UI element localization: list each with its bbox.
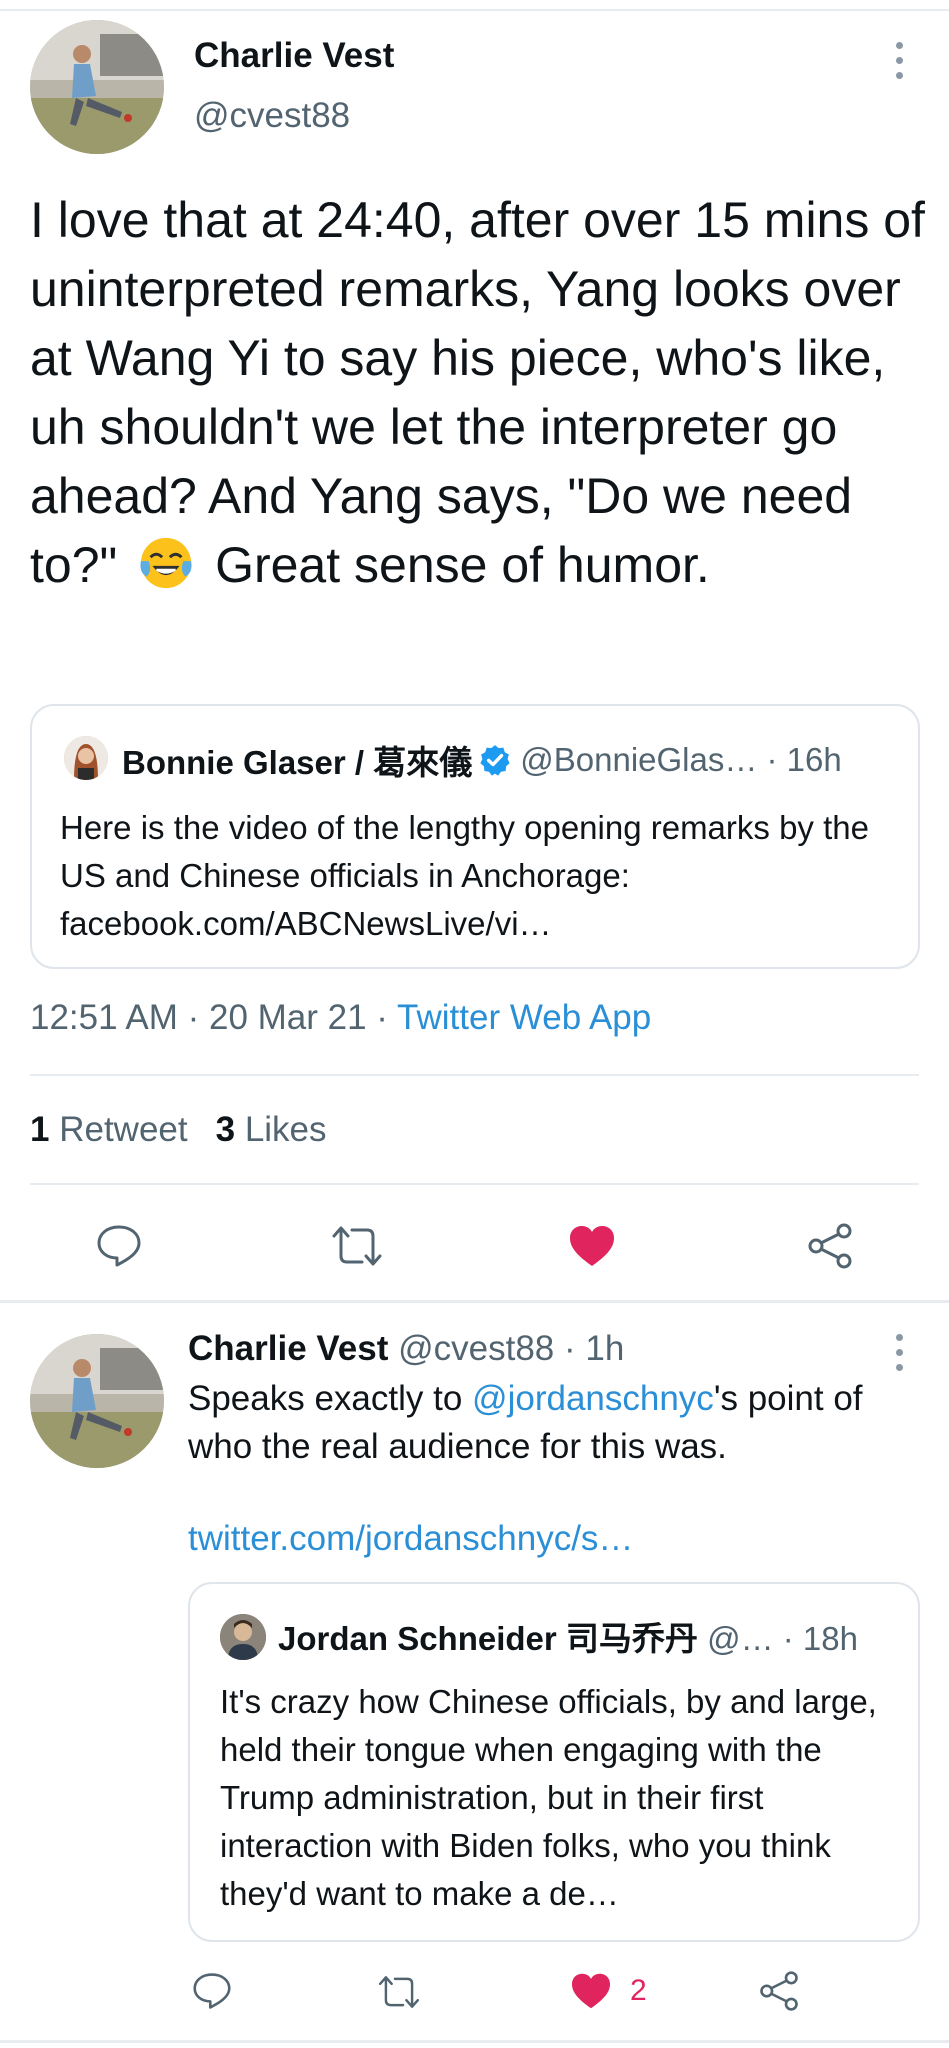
retweet-count: 1 [30, 1110, 50, 1149]
reply-handle-time: @cvest88 · 1h [398, 1329, 625, 1368]
reply-text: Speaks exactly to @jordanschnyc's point … [188, 1375, 908, 1471]
author-name[interactable]: Charlie Vest [194, 36, 394, 76]
quoted-tweet-link[interactable]: twitter.com/jordanschnyc/s… [188, 1519, 633, 1559]
top-divider [0, 9, 949, 11]
reply-text-part1: Speaks exactly to [188, 1379, 473, 1418]
reply-quoted-header: Jordan Schneider 司马乔丹 @… · 18h [278, 1612, 858, 1660]
like-label: Likes [244, 1110, 327, 1149]
reply-like-count: 2 [630, 1974, 647, 2007]
reply-author-avatar[interactable] [30, 1334, 164, 1468]
reply-header: Charlie Vest @cvest88 · 1h [188, 1329, 624, 1369]
tweet-text: I love that at 24:40, after over 15 mins… [30, 186, 930, 600]
reply-quoted-tweet[interactable]: Jordan Schneider 司马乔丹 @… · 18h It's craz… [188, 1582, 920, 1942]
source-app-link[interactable]: Twitter Web App [397, 998, 651, 1037]
quoted-header: Bonnie Glaser / 葛來儀 @BonnieGlas… · 16h [122, 736, 842, 784]
like-button[interactable] [568, 1224, 616, 1268]
reply-retweet-button[interactable] [376, 1974, 422, 2010]
tweet-timestamp: 12:51 AM · 20 Mar 21 · Twitter Web App [30, 998, 651, 1038]
quoted-author-avatar [64, 736, 108, 780]
retweet-label: Retweet [59, 1110, 188, 1149]
like-count: 3 [215, 1110, 236, 1149]
quoted-tweet[interactable]: Bonnie Glaser / 葛來儀 @BonnieGlas… · 16h H… [30, 704, 920, 969]
tears-of-joy-emoji-icon [140, 537, 192, 589]
share-button[interactable] [806, 1222, 854, 1270]
retweet-button[interactable] [330, 1224, 384, 1268]
reply-button[interactable] [96, 1224, 142, 1268]
quoted-author-name: Bonnie Glaser / 葛來儀 [122, 744, 473, 781]
reply-reply-button[interactable] [192, 1972, 232, 2010]
reply-more-options-icon[interactable] [894, 1334, 904, 1371]
reply-quoted-author-avatar [220, 1614, 266, 1660]
likes-stat[interactable]: 3 Likes [216, 1110, 327, 1149]
timestamp-text: 12:51 AM · 20 Mar 21 · [30, 998, 398, 1037]
heart-filled-icon [572, 1973, 610, 2009]
quoted-handle-time: @BonnieGlas… · 16h [520, 741, 842, 778]
divider [30, 1183, 919, 1185]
reply-like-button[interactable]: 2 [570, 1972, 647, 2010]
reply-icon [97, 1225, 141, 1267]
author-handle[interactable]: @cvest88 [194, 96, 350, 136]
divider [30, 1074, 919, 1076]
retweet-icon [332, 1226, 382, 1266]
reply-quoted-text: It's crazy how Chinese officials, by and… [220, 1683, 877, 1912]
engagement-stats: 1 Retweet 3 Likes [30, 1110, 327, 1150]
retweets-stat[interactable]: 1 Retweet [30, 1110, 188, 1149]
mention-link[interactable]: @jordanschnyc [472, 1379, 714, 1418]
reply-quoted-author-name: Jordan Schneider 司马乔丹 [278, 1620, 698, 1657]
more-options-icon[interactable] [894, 42, 904, 79]
author-avatar[interactable] [30, 20, 164, 154]
reply-quoted-meta: @… · 18h [707, 1620, 858, 1657]
quoted-text: Here is the video of the lengthy opening… [60, 809, 869, 942]
heart-filled-icon [570, 1226, 614, 1266]
tweet-text-part1: I love that at 24:40, after over 15 mins… [30, 192, 925, 593]
tweet-separator [0, 1300, 949, 1303]
share-icon [760, 1971, 798, 2011]
tweet-text-part2: Great sense of humor. [215, 537, 710, 593]
share-icon [808, 1223, 852, 1269]
bottom-divider [0, 2040, 949, 2043]
reply-author-name[interactable]: Charlie Vest [188, 1329, 388, 1368]
verified-badge-icon [480, 745, 510, 776]
reply-icon [193, 1973, 231, 2009]
reply-share-button[interactable] [758, 1970, 800, 2012]
retweet-icon [378, 1976, 420, 2008]
